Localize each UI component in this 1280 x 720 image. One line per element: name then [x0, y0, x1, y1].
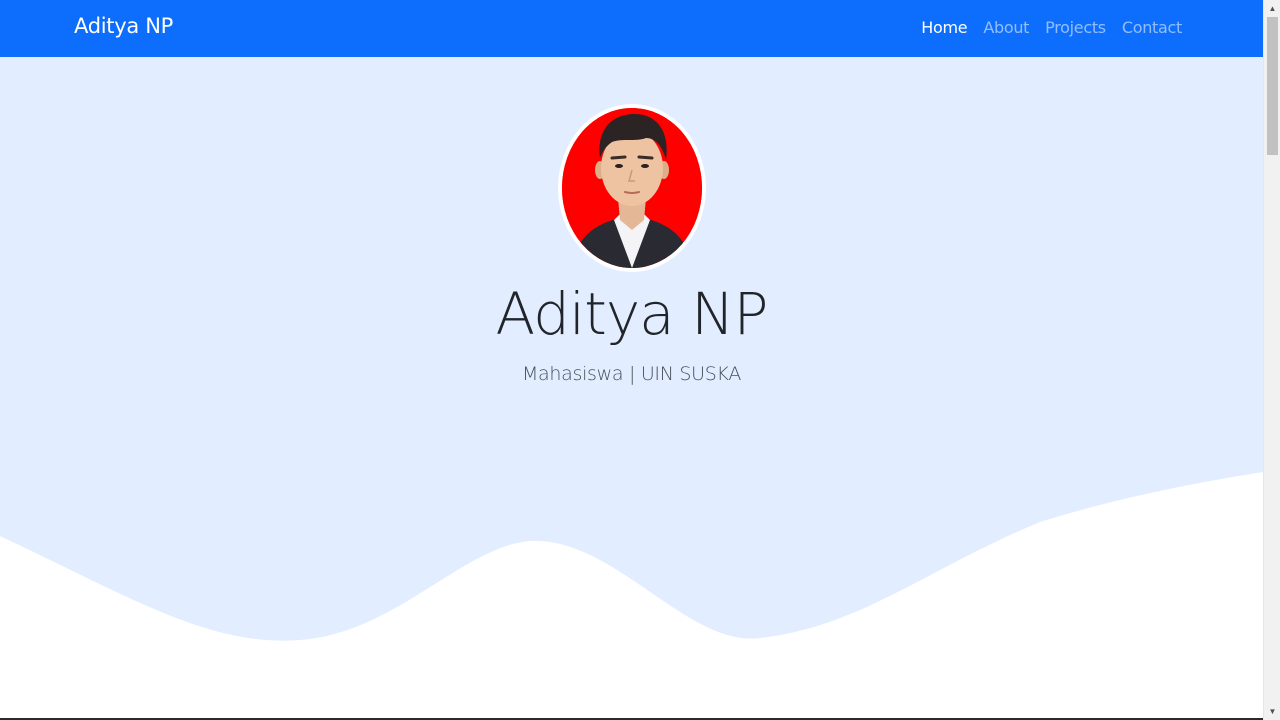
nav-item-projects: Projects — [1045, 18, 1106, 38]
scrollbar-thumb[interactable] — [1267, 17, 1278, 155]
page-viewport: Aditya NP Home About Projects Contact Ad… — [0, 0, 1263, 720]
hero-name: Aditya NP — [495, 280, 769, 348]
scroll-up-icon[interactable]: ▲ — [1264, 0, 1280, 17]
nav-item-about: About — [983, 18, 1029, 38]
vertical-scrollbar[interactable]: ▲ ▼ — [1263, 0, 1280, 720]
nav-menu: Home About Projects Contact — [921, 18, 1182, 38]
navbar: Aditya NP Home About Projects Contact — [0, 0, 1263, 57]
hero-subtitle: Mahasiswa | UIN SUSKA — [521, 363, 742, 385]
nav-link-home[interactable]: Home — [921, 18, 967, 37]
profile-photo — [558, 104, 706, 272]
nav-item-home: Home — [921, 18, 967, 38]
brand-link[interactable]: Aditya NP — [74, 14, 173, 38]
nav-link-contact[interactable]: Contact — [1122, 18, 1182, 37]
nav-link-projects[interactable]: Projects — [1045, 18, 1106, 37]
nav-item-contact: Contact — [1122, 18, 1182, 38]
person-portrait-icon — [562, 108, 702, 268]
scroll-down-icon[interactable]: ▼ — [1264, 703, 1280, 720]
nav-link-about[interactable]: About — [983, 18, 1029, 37]
